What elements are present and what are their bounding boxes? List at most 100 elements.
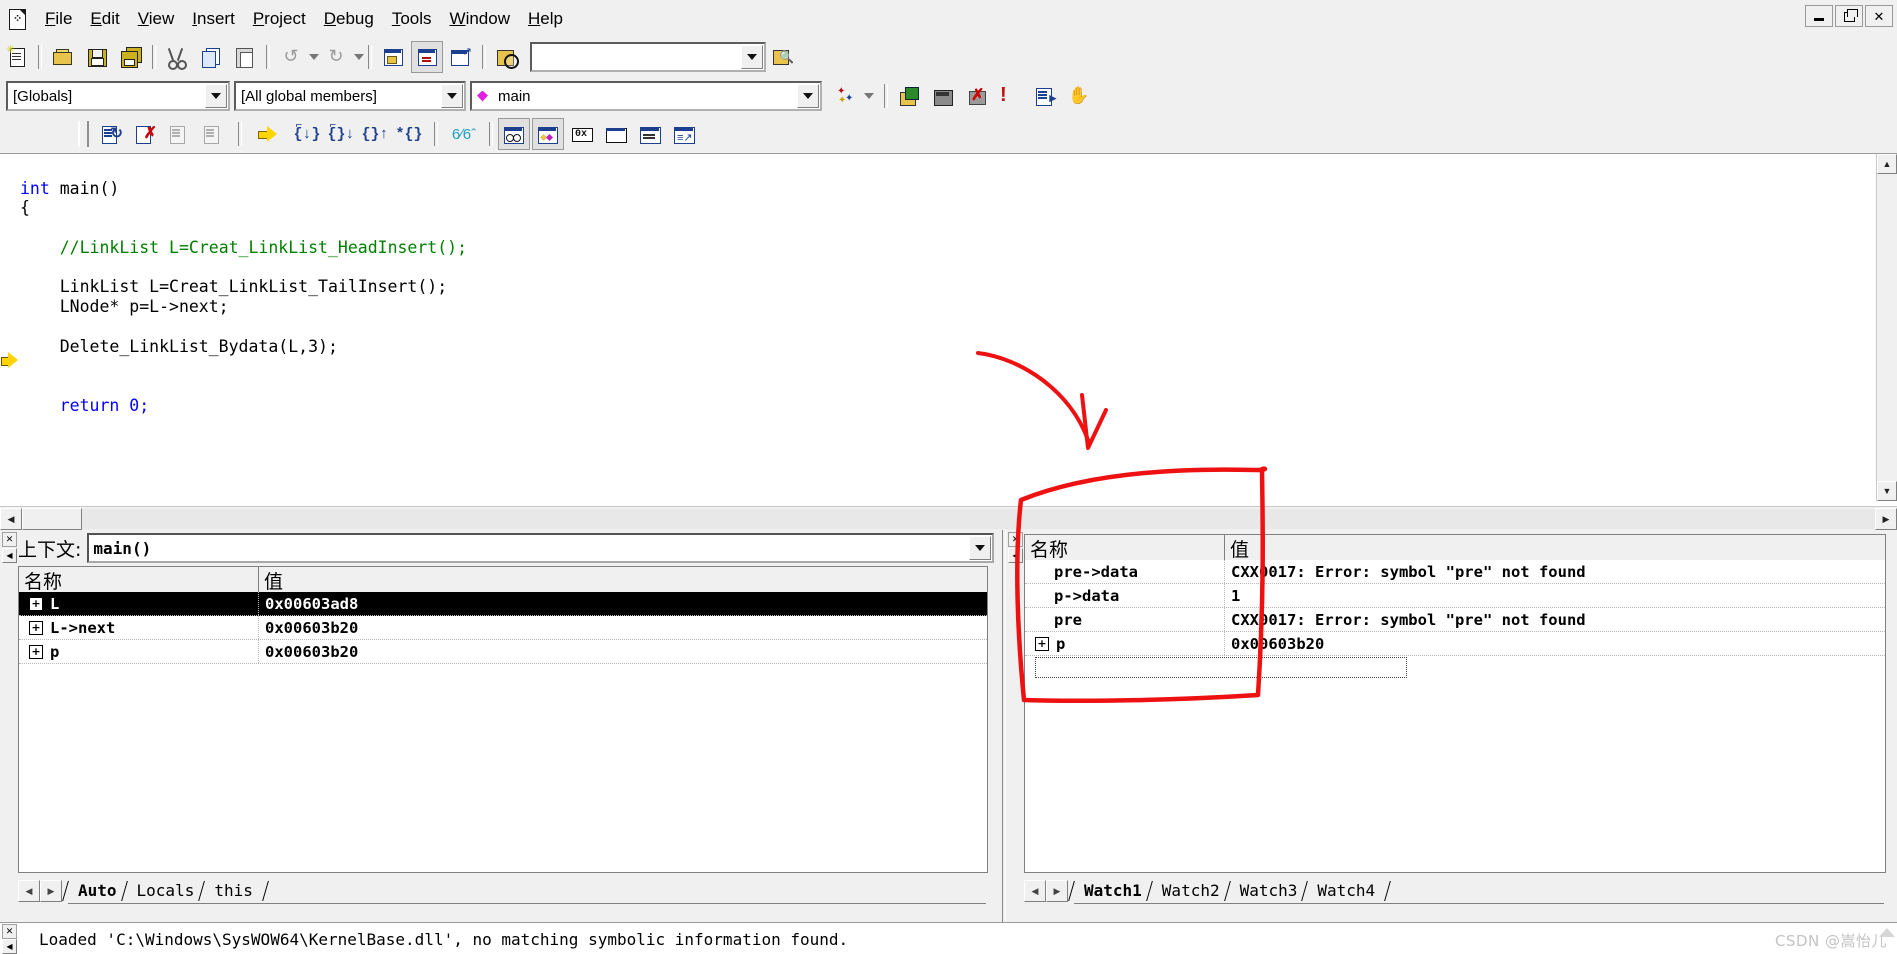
watch-expression[interactable]: p xyxy=(1056,635,1065,653)
registers-window-button[interactable]: 0x xyxy=(566,118,598,150)
step-out-button[interactable]: {}↑ xyxy=(359,118,391,150)
expander-icon[interactable]: + xyxy=(1035,636,1049,651)
find-match-button[interactable]: 🔍 xyxy=(767,41,799,73)
scroll-left-icon[interactable]: ◀ xyxy=(0,508,22,530)
step-over-button[interactable]: {}↓ ⌐ xyxy=(325,118,357,150)
close-pane-icon[interactable]: ✕ xyxy=(2,924,17,939)
expander-icon[interactable]: + xyxy=(29,644,43,659)
show-next-statement-button[interactable] xyxy=(252,118,284,150)
members-combo-arrow-icon[interactable] xyxy=(441,84,463,108)
menu-item-project[interactable]: Project xyxy=(244,6,315,32)
redo-dropdown-icon[interactable] xyxy=(354,54,364,60)
watch-expression[interactable]: pre->data xyxy=(1054,563,1138,581)
find-combo-arrow-icon[interactable] xyxy=(741,45,763,69)
go-button[interactable]: ▸ xyxy=(1029,80,1061,112)
table-row[interactable]: + p 0x00603b20 xyxy=(19,640,987,664)
menu-item-tools[interactable]: Tools xyxy=(383,6,441,32)
memory-window-button[interactable] xyxy=(600,118,632,150)
menu-item-file[interactable]: File xyxy=(36,6,81,32)
scroll-left-icon[interactable]: ◀ xyxy=(2,548,17,563)
menu-item-help[interactable]: Help xyxy=(519,6,572,32)
table-row[interactable]: + p 0x00603b20 xyxy=(1025,632,1885,656)
scope-combo[interactable]: [Globals] xyxy=(6,81,230,111)
copy-button[interactable] xyxy=(195,41,227,73)
tab-scroll-left-icon[interactable]: ◀ xyxy=(1024,880,1046,902)
wizard-dropdown-icon[interactable] xyxy=(864,93,874,99)
members-combo[interactable]: [All global members] xyxy=(234,81,466,111)
workspace-window-button[interactable]: ↗ xyxy=(445,41,477,73)
tab-locals[interactable]: Locals xyxy=(127,879,205,903)
menu-item-edit[interactable]: Edit xyxy=(81,6,128,32)
expander-icon[interactable]: + xyxy=(29,620,43,635)
hand-button[interactable]: ✋ xyxy=(1063,80,1095,112)
toolbar-grip[interactable] xyxy=(78,121,89,147)
new-watch-row[interactable] xyxy=(1025,656,1885,679)
scroll-down-icon[interactable]: ▼ xyxy=(1877,481,1897,501)
symbol-combo-arrow-icon[interactable] xyxy=(797,84,819,108)
column-header-value[interactable]: 值 xyxy=(1225,535,1885,560)
close-pane-icon[interactable]: ✕ xyxy=(1008,532,1023,547)
column-header-name[interactable]: 名称 xyxy=(1025,535,1225,560)
tab-scroll-right-icon[interactable]: ▶ xyxy=(1046,880,1068,902)
step-into-button[interactable]: {↓} ⌐ xyxy=(291,118,323,150)
scroll-right-icon[interactable]: ▶ xyxy=(1875,508,1897,530)
close-button[interactable]: ✕ xyxy=(1865,5,1893,27)
scroll-left-icon[interactable]: ◀ xyxy=(1008,548,1023,563)
column-header-name[interactable]: 名称 xyxy=(19,567,259,592)
minimize-button[interactable] xyxy=(1805,5,1833,27)
symbol-combo[interactable]: main xyxy=(470,81,822,111)
watch-grid[interactable]: 名称 值 pre->data CXX0017: Error: symbol "p… xyxy=(1024,534,1886,873)
menu-item-view[interactable]: View xyxy=(129,6,184,32)
scope-combo-arrow-icon[interactable] xyxy=(205,84,227,108)
new-text-file-button[interactable]: ✳ xyxy=(1,41,33,73)
variables-grid-body[interactable]: + L 0x00603ad8 + L->next 0x00603b20 + p … xyxy=(19,592,987,872)
open-button[interactable] xyxy=(47,41,79,73)
redo-button[interactable]: ↻ xyxy=(320,41,352,73)
find-combo[interactable] xyxy=(530,42,766,72)
tab-scroll-left-icon[interactable]: ◀ xyxy=(18,880,40,902)
table-row[interactable]: pre CXX0017: Error: symbol "pre" not fou… xyxy=(1025,608,1885,632)
hscroll-thumb[interactable] xyxy=(22,508,82,530)
undo-dropdown-icon[interactable] xyxy=(309,54,319,60)
editor-gutter[interactable] xyxy=(0,154,20,501)
undo-button[interactable]: ↺ xyxy=(275,41,307,73)
menu-item-insert[interactable]: Insert xyxy=(183,6,244,32)
table-row[interactable]: p->data 1 xyxy=(1025,584,1885,608)
tab-scroll-right-icon[interactable]: ▶ xyxy=(40,880,62,902)
tab-watch1[interactable]: Watch1 xyxy=(1074,879,1152,903)
watch-expression[interactable]: pre xyxy=(1054,611,1082,629)
variables-grid[interactable]: 名称 值 + L 0x00603ad8 + L->next 0x00603b20… xyxy=(18,566,988,873)
new-watch-input[interactable] xyxy=(1035,657,1407,678)
menu-item-debug[interactable]: Debug xyxy=(315,6,383,32)
tab-watch2[interactable]: Watch2 xyxy=(1152,879,1230,903)
callstack-window-button[interactable] xyxy=(634,118,666,150)
find-in-files-button[interactable] xyxy=(491,41,523,73)
hscroll-track[interactable] xyxy=(82,509,1875,529)
paste-button[interactable] xyxy=(229,41,261,73)
execute-button[interactable]: ! xyxy=(995,80,1027,112)
scroll-left-icon[interactable]: ◀ xyxy=(2,939,17,954)
find-input[interactable] xyxy=(532,43,741,71)
context-combo[interactable]: main() xyxy=(87,533,994,563)
save-button[interactable] xyxy=(81,41,113,73)
table-row[interactable]: pre->data CXX0017: Error: symbol "pre" n… xyxy=(1025,560,1885,584)
tab-auto[interactable]: Auto xyxy=(68,879,127,903)
table-row[interactable]: + L->next 0x00603b20 xyxy=(19,616,987,640)
tab-this[interactable]: this xyxy=(204,879,263,903)
save-all-button[interactable] xyxy=(115,41,147,73)
variables-window-button[interactable] xyxy=(532,118,564,150)
code-editor[interactable]: int main() { //LinkList L=Creat_LinkList… xyxy=(0,153,1897,531)
quickwatch-button[interactable]: 6∕6ˆ xyxy=(448,118,480,150)
expander-icon[interactable]: + xyxy=(29,596,43,611)
table-row[interactable]: + L 0x00603ad8 xyxy=(19,592,987,616)
pane-splitter[interactable] xyxy=(1002,530,1006,922)
tab-watch3[interactable]: Watch3 xyxy=(1230,879,1308,903)
watch-expression[interactable]: p->data xyxy=(1054,587,1119,605)
close-pane-icon[interactable]: ✕ xyxy=(2,532,17,547)
run-to-cursor-button[interactable]: *{} xyxy=(393,118,425,150)
stop-debugging-button[interactable]: ✗ xyxy=(129,118,161,150)
stop-build-button[interactable]: ✗ xyxy=(961,80,993,112)
compile-button[interactable] xyxy=(893,80,925,112)
restore-button[interactable] xyxy=(1835,5,1863,27)
editor-horizontal-scrollbar[interactable]: ◀ ▶ xyxy=(0,506,1897,531)
